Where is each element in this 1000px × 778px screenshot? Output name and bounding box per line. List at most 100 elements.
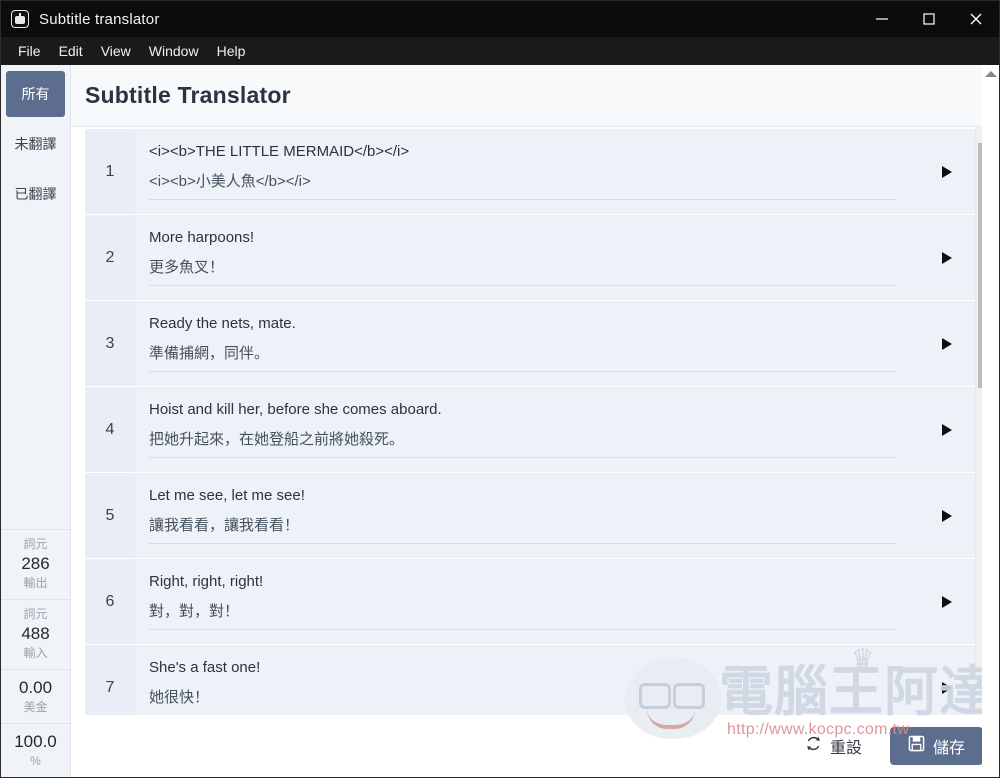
reset-button[interactable]: 重設	[789, 727, 878, 765]
row-target-text[interactable]: <i><b>小美人魚</b></i>	[149, 171, 919, 193]
row-play-cell	[919, 301, 975, 386]
row-index: 4	[85, 387, 135, 472]
row-play-cell	[919, 559, 975, 644]
close-icon[interactable]	[952, 1, 999, 37]
save-button-label: 儲存	[932, 740, 965, 757]
play-icon[interactable]	[942, 337, 952, 350]
window-title: Subtitle translator	[39, 10, 160, 28]
stat-output-tokens: 詞元 286 輸出	[1, 529, 70, 599]
stat-progress-label: %	[30, 754, 41, 768]
menu-item-file[interactable]: File	[9, 40, 50, 62]
table-row[interactable]: 6 Right, right, right! 對，對，對！	[85, 559, 975, 644]
row-play-cell	[919, 215, 975, 300]
row-texts: Let me see, let me see! 讓我看看，讓我看看！	[135, 473, 919, 558]
subtitle-list-area: 1 <i><b>THE LITTLE MERMAID</b></i> <i><b…	[71, 127, 999, 715]
play-icon[interactable]	[942, 165, 952, 178]
row-source-text: Let me see, let me see!	[149, 487, 305, 504]
main-panel: Subtitle Translator 1 <i><b>THE LITTLE M…	[71, 65, 999, 777]
floppy-disk-icon	[908, 735, 925, 757]
stat-input-tokens-bottom-label: 輸入	[23, 646, 48, 660]
row-source-text: She's a fast one!	[149, 659, 261, 676]
sidebar-item-untranslated[interactable]: 未翻譯	[6, 121, 65, 167]
stat-cost-label: 美金	[23, 700, 48, 714]
table-row[interactable]: 3 Ready the nets, mate. 準備捕網，同伴。	[85, 301, 975, 386]
robot-icon	[11, 10, 29, 28]
row-index: 5	[85, 473, 135, 558]
stat-input-tokens: 詞元 488 輸入	[1, 599, 70, 669]
table-row[interactable]: 4 Hoist and kill her, before she comes a…	[85, 387, 975, 472]
row-underline	[149, 199, 896, 200]
row-source-text: <i><b>THE LITTLE MERMAID</b></i>	[149, 143, 410, 160]
row-play-cell	[919, 129, 975, 214]
menu-item-help[interactable]: Help	[208, 40, 255, 62]
play-icon[interactable]	[942, 423, 952, 436]
menu-item-edit[interactable]: Edit	[50, 40, 92, 62]
stat-output-tokens-value: 286	[21, 554, 50, 573]
sidebar: 所有 未翻譯 已翻譯 詞元 286 輸出 詞元 488 輸入 0.00 美金 1…	[1, 65, 71, 777]
play-icon[interactable]	[942, 251, 952, 264]
stat-output-tokens-bottom-label: 輸出	[23, 576, 48, 590]
refresh-icon	[805, 735, 822, 757]
row-texts: Hoist and kill her, before she comes abo…	[135, 387, 919, 472]
page-header: Subtitle Translator	[71, 65, 999, 127]
row-index: 3	[85, 301, 135, 386]
stat-progress-value: 100.0	[14, 732, 57, 751]
row-index: 1	[85, 129, 135, 214]
row-target-text[interactable]: 她很快！	[149, 687, 919, 709]
row-texts: Ready the nets, mate. 準備捕網，同伴。	[135, 301, 919, 386]
maximize-icon[interactable]	[905, 1, 952, 37]
row-play-cell	[919, 645, 975, 715]
row-texts: <i><b>THE LITTLE MERMAID</b></i> <i><b>小…	[135, 129, 919, 214]
table-row[interactable]: 2 More harpoons! 更多魚叉！	[85, 215, 975, 300]
row-underline	[149, 629, 896, 630]
stat-input-tokens-top-label: 詞元	[23, 607, 48, 621]
window-scroll-up-arrow-icon[interactable]	[984, 71, 997, 77]
row-underline	[149, 457, 896, 458]
sidebar-item-all[interactable]: 所有	[6, 71, 65, 117]
row-target-text[interactable]: 更多魚叉！	[149, 257, 919, 279]
row-underline	[149, 371, 896, 372]
stat-output-tokens-top-label: 詞元	[23, 537, 48, 551]
row-target-text[interactable]: 讓我看看，讓我看看！	[149, 515, 919, 537]
row-source-text: Hoist and kill her, before she comes abo…	[149, 401, 442, 418]
stat-input-tokens-value: 488	[21, 624, 50, 643]
row-index: 7	[85, 645, 135, 715]
menu-item-window[interactable]: Window	[140, 40, 208, 62]
footer-actions: ♛ 電腦王阿達 http://www.kocpc.com.tw 重設 儲存	[71, 643, 999, 777]
row-index: 2	[85, 215, 135, 300]
play-icon[interactable]	[942, 681, 952, 694]
body-area: 所有 未翻譯 已翻譯 詞元 286 輸出 詞元 488 輸入 0.00 美金 1…	[1, 65, 999, 777]
row-source-text: Right, right, right!	[149, 573, 264, 590]
row-target-text[interactable]: 對，對，對！	[149, 601, 919, 623]
row-texts: She's a fast one! 她很快！	[135, 645, 919, 715]
stat-cost-value: 0.00	[18, 678, 53, 697]
row-source-text: More harpoons!	[149, 229, 255, 246]
reset-button-label: 重設	[829, 740, 862, 757]
filter-list: 所有 未翻譯 已翻譯	[1, 65, 70, 221]
row-play-cell	[919, 473, 975, 558]
table-row[interactable]: 5 Let me see, let me see! 讓我看看，讓我看看！	[85, 473, 975, 558]
row-target-text[interactable]: 準備捕網，同伴。	[149, 343, 919, 365]
minimize-icon[interactable]	[858, 1, 905, 37]
save-button[interactable]: 儲存	[889, 727, 983, 765]
play-icon[interactable]	[942, 509, 952, 522]
row-source-text: Ready the nets, mate.	[149, 315, 296, 332]
stat-cost: 0.00 美金	[1, 669, 70, 723]
sidebar-item-translated[interactable]: 已翻譯	[6, 171, 65, 217]
window-scrollbar[interactable]	[982, 65, 999, 777]
row-play-cell	[919, 387, 975, 472]
table-row[interactable]: 7 She's a fast one! 她很快！	[85, 645, 975, 715]
stat-progress: 100.0 %	[1, 723, 70, 777]
play-icon[interactable]	[942, 595, 952, 608]
menu-bar: File Edit View Window Help	[1, 37, 999, 65]
row-index: 6	[85, 559, 135, 644]
row-underline	[149, 543, 896, 544]
row-target-text[interactable]: 把她升起來，在她登船之前將她殺死。	[149, 429, 919, 451]
menu-item-view[interactable]: View	[92, 40, 140, 62]
app-window: Subtitle translator File Edit View Windo…	[0, 0, 1000, 778]
table-row[interactable]: 1 <i><b>THE LITTLE MERMAID</b></i> <i><b…	[85, 129, 975, 214]
window-controls	[858, 1, 999, 37]
subtitle-list: 1 <i><b>THE LITTLE MERMAID</b></i> <i><b…	[71, 127, 975, 715]
row-texts: Right, right, right! 對，對，對！	[135, 559, 919, 644]
